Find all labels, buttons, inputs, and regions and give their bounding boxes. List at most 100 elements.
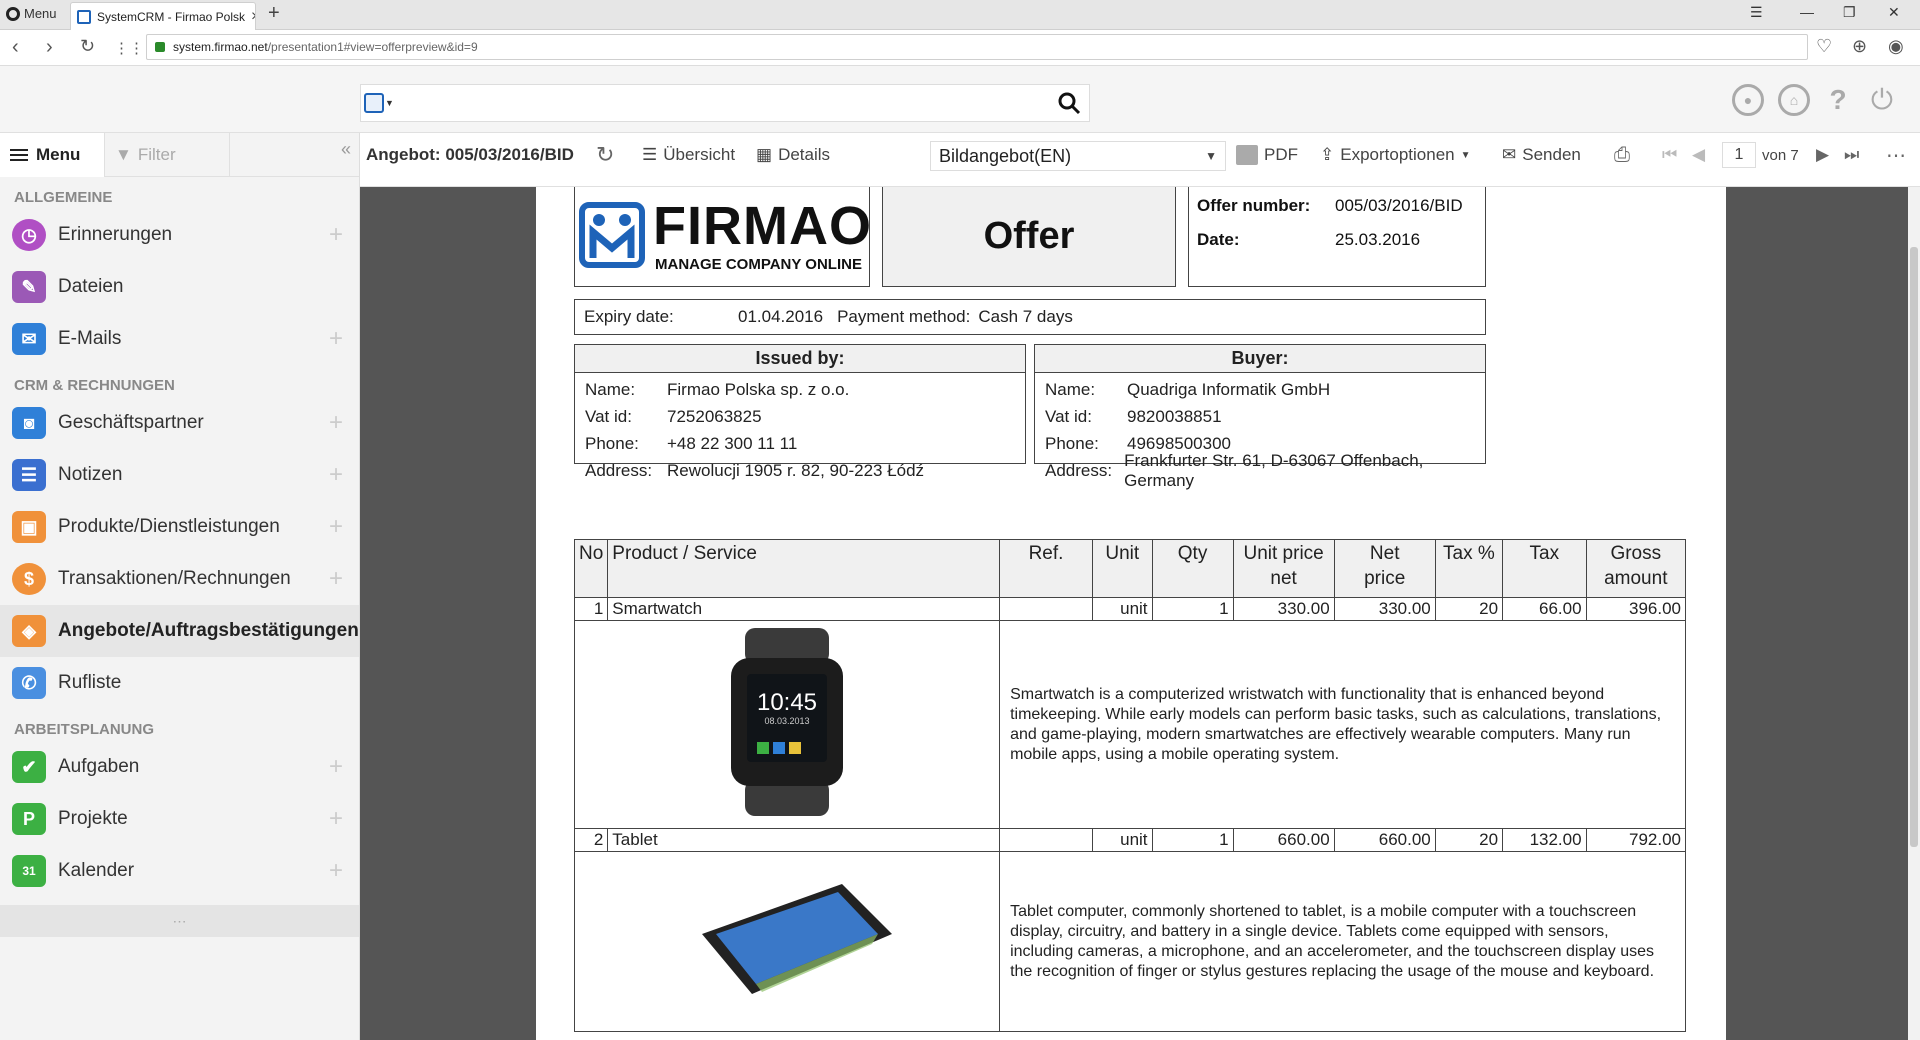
first-page-icon[interactable]: ⏮	[1662, 133, 1677, 177]
add-email-icon[interactable]: +	[329, 325, 343, 353]
add-transaction-icon[interactable]: +	[329, 565, 343, 593]
sidebar-item-transactions[interactable]: $ Transaktionen/Rechnungen +	[0, 553, 359, 605]
col-product: Product / Service	[607, 539, 1001, 598]
table-row: 2 Tablet unit 1 660.00 660.00 20 132.00 …	[573, 828, 1687, 852]
sidebar-item-label: Projekte	[58, 808, 128, 829]
tab-close-icon[interactable]: ×	[251, 8, 255, 26]
pdf-label: PDF	[1264, 145, 1298, 164]
sidebar-item-files[interactable]: ✎ Dateien	[0, 261, 359, 313]
user-profile-icon[interactable]: ●	[1732, 84, 1764, 116]
overview-button[interactable]: ☰ Übersicht	[642, 133, 735, 177]
sidebar-item-label: Aufgaben	[58, 756, 140, 777]
viewer-scrollbar[interactable]	[1908, 187, 1920, 1040]
dollar-coin-icon: $	[12, 563, 46, 595]
sidebar-item-products[interactable]: ▣ Produkte/Dienstleistungen +	[0, 501, 359, 553]
heart-icon[interactable]: ♡	[1816, 36, 1832, 57]
speed-dial-icon[interactable]: ⋮⋮	[114, 39, 144, 57]
restore-icon[interactable]: ❐	[1843, 4, 1856, 21]
sidebar-item-label: Notizen	[58, 464, 123, 485]
sidebar-item-calendar[interactable]: 31 Kalender +	[0, 845, 359, 897]
minimize-icon[interactable]: —	[1800, 4, 1814, 20]
buyer-address-row: Address: Frankfurter Str. 61, D-63067 Off…	[1035, 451, 1485, 490]
home-icon[interactable]: ⌂	[1778, 84, 1810, 116]
document-viewer[interactable]: FIRMAO MANAGE COMPANY ONLINE Offer Offer…	[360, 187, 1908, 1040]
sidebar-item-projects[interactable]: P Projekte +	[0, 793, 359, 845]
menu-button[interactable]: Menu	[0, 132, 104, 177]
issuer-address-row: Address: Rewolucji 1905 r. 82, 90-223 Łód…	[585, 460, 925, 480]
table-row: 1 Smartwatch unit 1 330.00 330.00 20 66.…	[573, 597, 1687, 621]
sidebar-item-offers[interactable]: ◈ Angebote/Auftragsbestätigungen	[0, 605, 359, 657]
sidebar-more-handle[interactable]: ⋯	[0, 905, 359, 937]
previous-page-icon[interactable]: ◀	[1692, 133, 1705, 177]
power-icon[interactable]: ⏻	[1866, 84, 1898, 116]
sidebar-item-tasks[interactable]: ✔ Aufgaben +	[0, 741, 359, 793]
payment-label: Payment method:	[837, 307, 971, 326]
template-select[interactable]: Bildangebot(EN) ▼	[930, 141, 1226, 171]
browser-menu-button[interactable]: Menu	[6, 6, 57, 21]
offer-date: 25.03.2016	[1335, 230, 1421, 249]
details-button[interactable]: ▦ Details	[756, 133, 830, 177]
add-event-icon[interactable]: +	[329, 857, 343, 885]
refresh-icon[interactable]: ↻	[596, 133, 614, 177]
close-window-icon[interactable]: ✕	[1888, 4, 1900, 21]
add-note-icon[interactable]: +	[329, 461, 343, 489]
search-scope-dropdown[interactable]: ▼	[361, 84, 397, 122]
box-icon: ▣	[12, 511, 46, 543]
sidebar-item-calls[interactable]: ✆ Rufliste	[0, 657, 359, 709]
export-options-button[interactable]: ⇪ Exportoptionen ▼	[1320, 133, 1471, 177]
col-unit: Unit	[1091, 539, 1153, 598]
sidebar-item-reminders[interactable]: ◷ Erinnerungen +	[0, 209, 359, 261]
product-ref	[999, 597, 1093, 621]
sidebar-item-label: Rufliste	[58, 672, 122, 693]
search-input[interactable]	[397, 85, 1049, 121]
filter-icon: ▼	[115, 144, 132, 164]
print-icon[interactable]: ⎙	[1614, 133, 1630, 177]
page-number-input[interactable]: 1	[1722, 142, 1756, 168]
issuer-heading: Issued by:	[575, 345, 1025, 373]
sidebar-item-emails[interactable]: ✉ E-Mails +	[0, 313, 359, 365]
more-options-icon[interactable]: ⋯	[1886, 133, 1906, 177]
send-label: Senden	[1522, 145, 1581, 164]
sidebar-item-label: Angebote/Auftragsbestätigungen	[58, 620, 359, 641]
url-bar[interactable]: system.firmao.net/presentation1#view=off…	[146, 34, 1808, 60]
send-button[interactable]: ✉ Senden	[1502, 133, 1581, 177]
scrollbar-thumb[interactable]	[1910, 247, 1918, 847]
favicon-icon	[77, 9, 91, 24]
add-product-icon[interactable]: +	[329, 513, 343, 541]
sidebar-item-partners[interactable]: ◙ Geschäftspartner +	[0, 397, 359, 449]
sidebar-item-label: Kalender	[58, 860, 135, 881]
buyer-name: Quadriga Informatik GmbH	[1127, 379, 1331, 399]
back-icon[interactable]: ‹	[12, 36, 19, 59]
product-detail-row: 10:45 08.03.2013 Smartwatch is a compute…	[573, 620, 1686, 829]
expiry-date: 01.04.2016	[738, 307, 824, 326]
account-icon[interactable]: ◉	[1888, 36, 1904, 57]
add-reminder-icon[interactable]: +	[329, 221, 343, 249]
tab-menu-icon[interactable]: ☰	[1750, 4, 1763, 21]
browser-tab-title: SystemCRM - Firmao Polsk	[97, 9, 246, 24]
download-icon[interactable]: ⊕	[1852, 36, 1867, 57]
add-task-icon[interactable]: +	[329, 753, 343, 781]
last-page-icon[interactable]: ⏭	[1844, 133, 1859, 177]
search-icon[interactable]	[1049, 84, 1089, 122]
filter-button[interactable]: ▼ Filter	[104, 132, 230, 177]
offer-heading: Offer	[882, 187, 1176, 287]
sidebar-item-label: Erinnerungen	[58, 224, 173, 245]
browser-tabbar: Menu SystemCRM - Firmao Polsk × + ☰ — ❐ …	[0, 0, 1920, 30]
list-icon: ☰	[642, 145, 658, 164]
add-partner-icon[interactable]: +	[329, 409, 343, 437]
help-icon[interactable]: ?	[1822, 84, 1854, 116]
pdf-button[interactable]: PDF	[1236, 133, 1298, 177]
col-unit-price: Unit price net	[1232, 539, 1335, 598]
sidebar-item-label: Produkte/Dienstleistungen	[58, 516, 280, 537]
reload-icon[interactable]: ↻	[80, 36, 95, 57]
browser-tab[interactable]: SystemCRM - Firmao Polsk ×	[70, 2, 256, 30]
new-tab-button[interactable]: +	[268, 2, 280, 25]
collapse-sidebar-icon[interactable]: «	[341, 139, 351, 160]
forward-icon[interactable]: ›	[46, 36, 53, 59]
sidebar-item-notes[interactable]: ☰ Notizen +	[0, 449, 359, 501]
add-project-icon[interactable]: +	[329, 805, 343, 833]
chevron-down-icon: ▼	[1205, 149, 1217, 163]
offer-number-label: Offer number:	[1197, 196, 1311, 215]
logo-tagline: MANAGE COMPANY ONLINE	[655, 256, 862, 273]
next-page-icon[interactable]: ▶	[1816, 133, 1829, 177]
